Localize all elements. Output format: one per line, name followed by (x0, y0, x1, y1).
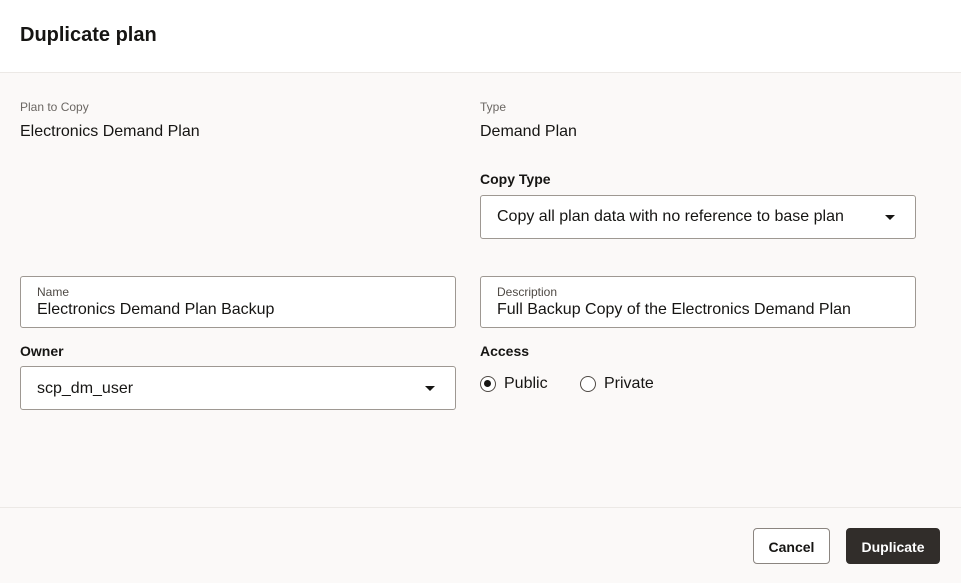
access-private-label: Private (604, 375, 654, 392)
footer-divider (0, 507, 961, 508)
name-field-value[interactable]: Electronics Demand Plan Backup (37, 300, 274, 319)
access-private-radio[interactable]: Private (580, 373, 670, 395)
type-label: Type (480, 100, 507, 114)
owner-selected-value: scp_dm_user (37, 380, 134, 397)
copy-type-label: Copy Type (480, 171, 551, 187)
description-field-value[interactable]: Full Backup Copy of the Electronics Dema… (497, 300, 851, 319)
owner-select[interactable]: scp_dm_user (20, 366, 456, 410)
access-public-label: Public (504, 375, 548, 392)
copy-type-select[interactable]: Copy all plan data with no reference to … (480, 195, 916, 239)
description-field[interactable]: Description Full Backup Copy of the Elec… (480, 276, 916, 328)
dialog-title: Duplicate plan (20, 24, 157, 46)
access-public-radio[interactable]: Public (480, 373, 560, 395)
cancel-button[interactable]: Cancel (753, 528, 830, 564)
duplicate-button[interactable]: Duplicate (846, 528, 940, 564)
owner-label: Owner (20, 343, 64, 359)
chevron-down-icon (885, 215, 895, 220)
type-value: Demand Plan (480, 123, 577, 140)
chevron-down-icon (425, 386, 435, 391)
radio-checked-icon[interactable] (480, 376, 496, 392)
access-label: Access (480, 343, 530, 359)
plan-to-copy-value: Electronics Demand Plan (20, 123, 200, 140)
name-field-label: Name (37, 285, 70, 299)
plan-to-copy-label: Plan to Copy (20, 100, 89, 114)
radio-unchecked-icon[interactable] (580, 376, 596, 392)
description-field-label: Description (497, 285, 558, 299)
dialog-header: Duplicate plan (0, 0, 961, 73)
copy-type-selected-value: Copy all plan data with no reference to … (497, 208, 844, 225)
name-field[interactable]: Name Electronics Demand Plan Backup (20, 276, 456, 328)
